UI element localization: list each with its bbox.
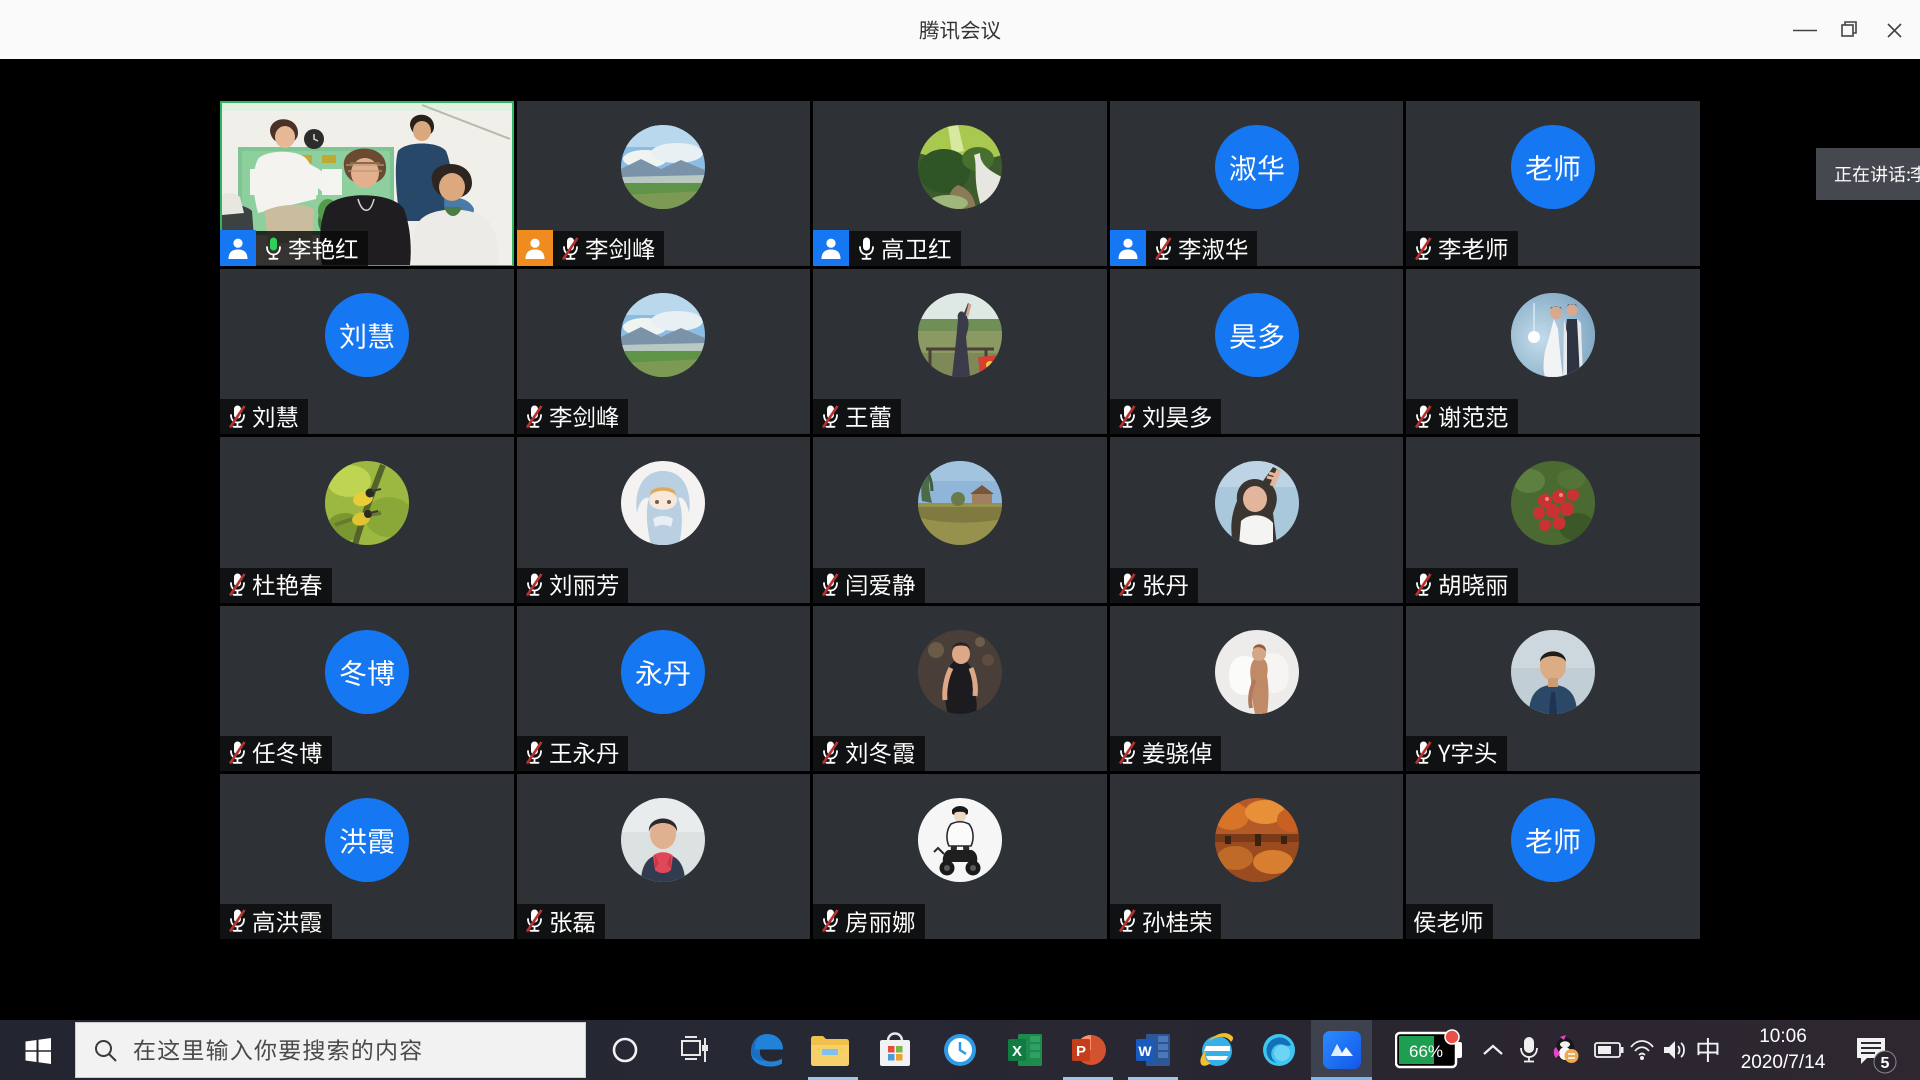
svg-text:X: X: [1012, 1043, 1022, 1060]
svg-text:W: W: [1138, 1043, 1152, 1059]
svg-text:P: P: [1076, 1043, 1086, 1060]
svg-text:5: 5: [1881, 1055, 1890, 1072]
svg-text:66%: 66%: [1409, 1042, 1443, 1061]
